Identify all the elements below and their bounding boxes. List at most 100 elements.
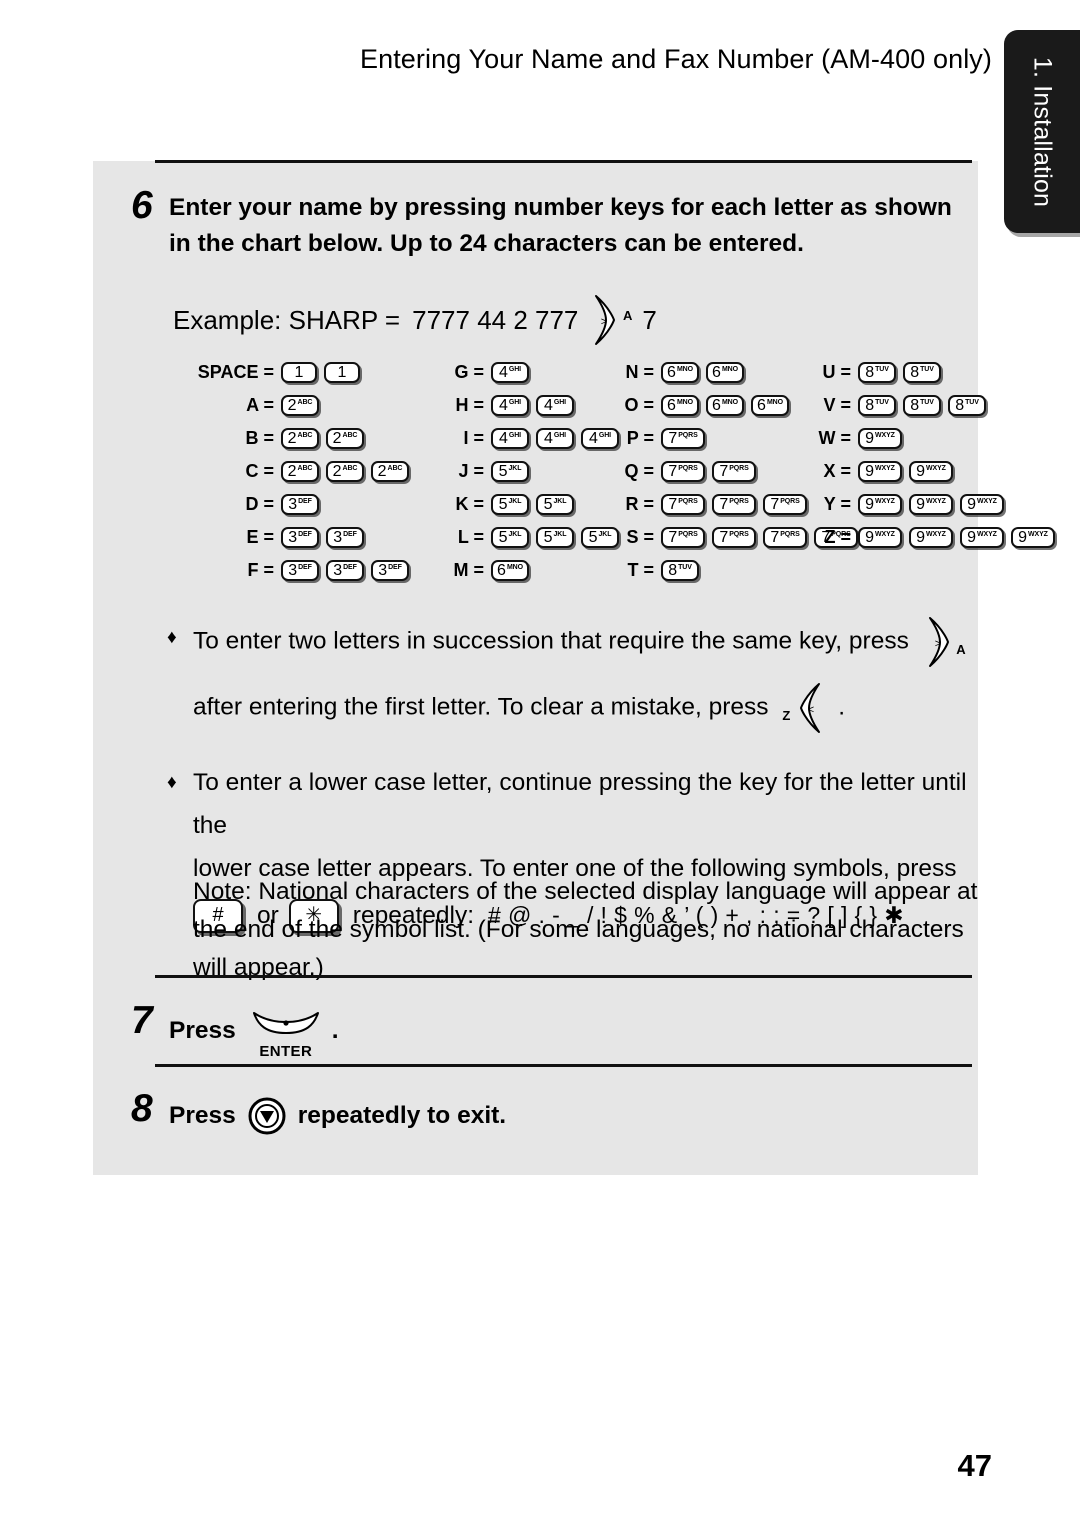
key-digit: 4 [498, 396, 508, 414]
keypad-key-7: 7 PQRS [712, 494, 756, 515]
key-digit: 4 [543, 396, 553, 414]
keypad-key-7: 7 PQRS [712, 527, 756, 548]
step-6-text: Enter your name by pressing number keys … [169, 194, 952, 257]
chart-row-label: R = [625, 494, 654, 514]
right-arrow-superscript: A [956, 642, 966, 657]
chart-row: T = 8 TUV [616, 554, 865, 587]
key-digit: 7 [770, 528, 780, 546]
chart-row: SPACE = 1 1 [178, 356, 416, 389]
chart-row-label: I = [463, 428, 484, 448]
key-letters: TUV [875, 399, 889, 406]
chart-row-label: U = [822, 362, 851, 382]
key-digit: 3 [378, 561, 388, 579]
keypad-key-7: 7 PQRS [661, 527, 705, 548]
key-letters: TUV [920, 399, 934, 406]
keypad-key-6: 6 MNO [491, 560, 529, 581]
key-letters: MNO [766, 399, 783, 406]
chart-row-label: S = [626, 527, 654, 547]
key-digit: 8 [910, 363, 920, 381]
chart-row-label: D = [245, 494, 274, 514]
step-8-text: Press repeatedly to exit. [169, 1097, 506, 1135]
divider-step-7 [155, 975, 972, 978]
key-digit: 2 [377, 462, 387, 480]
key-digit: 5 [543, 528, 553, 546]
chart-row-label: H = [455, 395, 484, 415]
bullet-marker: ♦ [167, 627, 177, 648]
keypad-key-4: 4 GHI [536, 395, 574, 416]
key-digit: 5 [498, 462, 508, 480]
key-digit: 7 [668, 429, 678, 447]
step-7-text: Press ENTER . [169, 1009, 339, 1060]
key-letters: WXYZ [926, 498, 946, 505]
key-digit: 9 [865, 495, 875, 513]
step-6-number: 6 [131, 184, 153, 227]
step-8-press-label: Press [169, 1102, 236, 1129]
chart-row: G = 4 GHI [446, 356, 626, 389]
chart-row-label: C = [245, 461, 274, 481]
key-letters: GHI [508, 432, 522, 439]
keypad-key-4: 4 GHI [491, 395, 529, 416]
key-digit: 9 [967, 528, 977, 546]
keypad-key-9: 9 WXYZ [858, 461, 902, 482]
key-letters: PQRS [678, 432, 698, 439]
keypad-key-4: 4 GHI [581, 428, 619, 449]
key-digit: 8 [910, 396, 920, 414]
key-digit: 2 [287, 462, 297, 480]
example-digits: 7777 44 2 777 [412, 304, 579, 335]
key-digit: 9 [916, 528, 926, 546]
keypad-key-9: 9 WXYZ [960, 527, 1004, 548]
chart-row-label: P = [626, 428, 654, 448]
left-arrow-key-icon: < Z [782, 682, 825, 734]
key-digit: 4 [543, 429, 553, 447]
right-arrow-superscript: A [623, 308, 633, 323]
key-letters: MNO [721, 399, 738, 406]
keypad-key-8: 8 TUV [903, 395, 941, 416]
svg-text:<: < [808, 704, 814, 716]
key-digit: 9 [916, 495, 926, 513]
keypad-key-6: 6 MNO [706, 395, 744, 416]
chart-row-label: K = [455, 494, 484, 514]
key-letters: PQRS [729, 465, 749, 472]
keypad-key-6: 6 MNO [706, 362, 744, 383]
key-digit: 2 [332, 429, 342, 447]
key-letters: DEF [343, 531, 357, 538]
page-number: 47 [957, 1448, 992, 1483]
key-digit: 4 [498, 429, 508, 447]
chart-row: Y = 9 WXYZ 9 WXYZ 9 WXYZ [813, 488, 1062, 521]
key-letters: WXYZ [875, 465, 895, 472]
chart-row-label: Y = [823, 494, 851, 514]
svg-text:>: > [934, 638, 940, 650]
chart-row: Z = 9 WXYZ 9 WXYZ 9 WXYZ 9 WXYZ [813, 521, 1062, 554]
keypad-key-3: 3 DEF [281, 527, 319, 548]
chart-row-label: T = [627, 560, 654, 580]
keypad-key-2: 2 ABC [281, 461, 319, 482]
keypad-key-2: 2 ABC [281, 428, 319, 449]
keypad-key-9: 9 WXYZ [858, 428, 902, 449]
chart-row-label: SPACE = [197, 362, 274, 382]
chart-row-label: N = [625, 362, 654, 382]
key-letters: TUV [875, 366, 889, 373]
keypad-key-2: 2 ABC [281, 395, 319, 416]
key-letters: PQRS [678, 465, 698, 472]
key-letters: GHI [508, 366, 522, 373]
note-text: Note: National characters of the selecte… [193, 878, 978, 981]
keypad-key-9: 9 WXYZ [909, 527, 953, 548]
key-letters: ABC [297, 432, 313, 439]
key-letters: ABC [297, 465, 313, 472]
step-8-after-text: repeatedly to exit. [297, 1102, 507, 1129]
bullet-marker: ♦ [167, 772, 177, 793]
manual-page: Entering Your Name and Fax Number (AM-40… [0, 0, 1080, 1529]
keypad-key-5: 5 JKL [491, 461, 529, 482]
keypad-key-9: 9 WXYZ [909, 461, 953, 482]
key-digit: 7 [668, 462, 678, 480]
key-letters: WXYZ [977, 498, 997, 505]
key-digit: 8 [668, 561, 678, 579]
chart-row: K = 5 JKL 5 JKL [446, 488, 626, 521]
key-letters: JKL [508, 465, 522, 472]
key-digit: 8 [955, 396, 965, 414]
section-tab-label: 1. Installation [1028, 56, 1057, 207]
key-digit: 9 [865, 462, 875, 480]
chart-row-label: V = [823, 395, 851, 415]
keypad-key-3: 3 DEF [281, 494, 319, 515]
key-letters: MNO [506, 564, 523, 571]
